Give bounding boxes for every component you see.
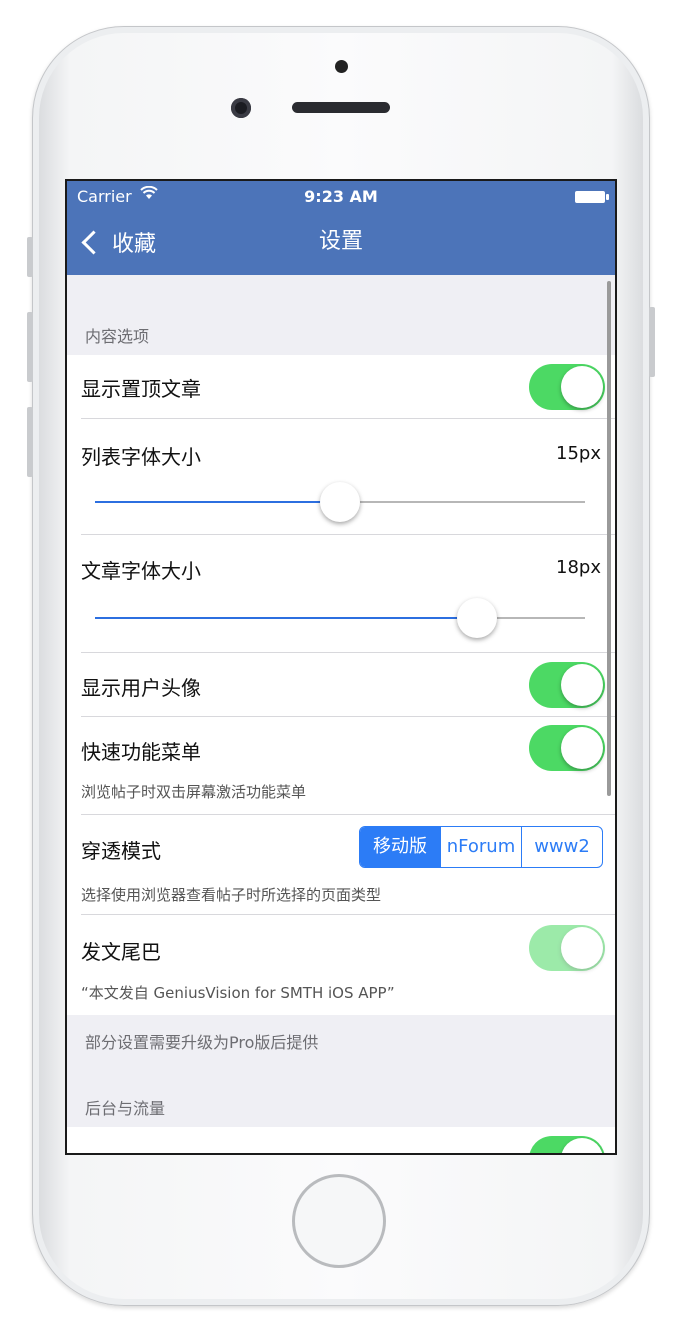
show-pinned-toggle[interactable] [529,364,605,410]
toggle-knob [561,664,603,706]
segment-nforum[interactable]: nForum [440,827,521,867]
list-font-slider[interactable] [95,482,585,522]
front-sensor [335,60,348,73]
volume-up-button [27,312,33,382]
article-font-label: 文章字体大小 [81,559,201,583]
row-list-font-size: 列表字体大小 15px [67,419,615,535]
scrollbar[interactable] [607,281,611,796]
show-avatar-toggle[interactable] [529,662,605,708]
pro-upgrade-note: 部分设置需要升级为Pro版后提供 [85,1033,319,1052]
status-time: 9:23 AM [304,187,378,206]
row-background-partial [67,1127,615,1153]
show-avatar-label: 显示用户头像 [81,676,201,700]
row-show-pinned: 显示置顶文章 [67,355,615,419]
pass-mode-label: 穿透模式 [81,839,161,863]
mute-switch [27,237,33,277]
toggle-knob [561,1138,603,1153]
navigation-bar: Carrier 9:23 AM 收藏 设置 [67,181,615,275]
earpiece-speaker [292,102,390,113]
power-button [649,307,655,377]
pass-mode-note: 选择使用浏览器查看帖子时所选择的页面类型 [81,886,382,904]
list-font-value: 15px [556,443,601,464]
article-font-slider[interactable] [95,598,585,638]
front-camera [231,98,251,118]
signature-note: “本文发自 GeniusVision for SMTH iOS APP” [81,984,395,1002]
row-signature: 发文尾巴 “本文发自 GeniusVision for SMTH iOS APP… [67,915,615,1015]
section-header-background: 后台与流量 [85,1099,166,1118]
segment-mobile[interactable]: 移动版 [360,827,440,867]
volume-down-button [27,407,33,477]
home-button[interactable] [292,1174,386,1268]
quick-menu-toggle[interactable] [529,725,605,771]
signature-toggle[interactable] [529,925,605,971]
toggle-knob [561,366,603,408]
segment-www2[interactable]: www2 [521,827,602,867]
slider-fill [95,617,478,619]
page-title: 设置 [318,229,363,254]
row-show-avatar: 显示用户头像 [67,653,615,717]
slider-thumb[interactable] [457,598,498,638]
background-toggle[interactable] [529,1136,605,1153]
battery-icon [575,191,609,203]
list-font-label: 列表字体大小 [81,445,201,469]
toggle-knob [561,727,603,769]
quick-menu-label: 快速功能菜单 [81,740,201,764]
row-article-font-size: 文章字体大小 18px [67,535,615,653]
pass-mode-segmented-control[interactable]: 移动版 nForum www2 [359,826,603,868]
show-pinned-label: 显示置顶文章 [81,377,201,401]
slider-thumb[interactable] [320,482,360,522]
signature-label: 发文尾巴 [81,940,161,964]
section-header-content: 内容选项 [85,327,150,346]
toggle-knob [561,927,603,969]
row-quick-menu: 快速功能菜单 浏览帖子时双击屏幕激活功能菜单 [67,717,615,815]
quick-menu-note: 浏览帖子时双击屏幕激活功能菜单 [81,783,307,801]
row-pass-mode: 穿透模式 移动版 nForum www2 选择使用浏览器查看帖子时所选择的页面类… [67,815,615,915]
article-font-value: 18px [556,557,601,578]
screen: Carrier 9:23 AM 收藏 设置 内容选项 显示置顶文章 列表字体大小… [65,179,617,1155]
slider-fill [95,501,340,503]
